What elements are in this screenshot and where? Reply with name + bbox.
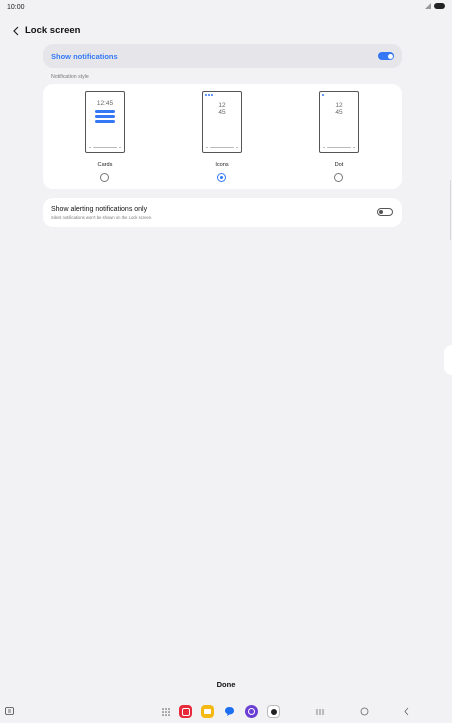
icons-radio[interactable]: [217, 173, 226, 182]
alerting-only-row[interactable]: Show alerting notifications only Silent …: [43, 198, 402, 227]
style-option-label: Dot: [334, 162, 344, 168]
back-icon[interactable]: [403, 707, 410, 716]
preview-clock-min: 45: [335, 109, 343, 116]
chevron-left-icon: [13, 26, 19, 36]
alerting-only-title: Show alerting notifications only: [51, 206, 148, 213]
status-icons: [425, 3, 445, 9]
alerting-only-subtitle: Silent notifications won't be shown on t…: [51, 214, 153, 220]
dot-preview: 12 45: [319, 91, 359, 153]
battery-icon: [434, 3, 445, 9]
notification-card-bar: [95, 110, 115, 113]
alerting-only-switch[interactable]: [377, 208, 393, 216]
back-button[interactable]: [9, 24, 23, 38]
cards-radio[interactable]: [100, 173, 109, 182]
notification-dot: [322, 94, 324, 96]
switch-knob: [379, 210, 383, 214]
page-title: Lock screen: [25, 25, 81, 36]
preview-clock: 12:45: [96, 100, 114, 107]
notification-card-bar: [95, 120, 115, 123]
header: Lock screen: [0, 20, 452, 42]
app-chat-icon[interactable]: [224, 706, 235, 717]
done-button[interactable]: Done: [196, 680, 256, 692]
app-purple-icon[interactable]: [245, 705, 258, 718]
notification-icons: [205, 94, 213, 96]
notification-style-label: Notification style: [51, 74, 89, 80]
show-notifications-row[interactable]: Show notifications: [43, 44, 402, 68]
scrollbar[interactable]: [450, 180, 451, 240]
switch-knob: [387, 53, 393, 59]
style-option-dot[interactable]: 12 45 Dot: [299, 84, 379, 189]
app-camera-icon[interactable]: [267, 705, 280, 718]
icons-preview: 12 45: [202, 91, 242, 153]
preview-clock-min: 45: [218, 109, 226, 116]
preview-clock-hour: 12: [335, 102, 343, 109]
status-time: 10:00: [7, 4, 25, 11]
navigation-bar: [0, 700, 452, 723]
notification-card-bar: [95, 115, 115, 118]
style-option-label: Cards: [97, 162, 113, 168]
preview-clock-hour: 12: [218, 102, 226, 109]
app-red-icon[interactable]: [179, 705, 192, 718]
app-yellow-icon[interactable]: [201, 705, 214, 718]
cards-preview: 12:45: [85, 91, 125, 153]
preview-nav: [323, 146, 355, 148]
dot-radio[interactable]: [334, 173, 343, 182]
show-notifications-label: Show notifications: [51, 52, 118, 61]
notification-style-card: 12:45 Cards 12 45 Icons 12 45 Dot: [43, 84, 402, 189]
apps-grid-icon[interactable]: [162, 708, 170, 716]
home-icon[interactable]: [360, 707, 369, 716]
preview-nav: [206, 146, 238, 148]
status-bar: 10:00: [0, 0, 452, 16]
style-option-cards[interactable]: 12:45 Cards: [65, 84, 145, 189]
signal-icon: [425, 3, 431, 9]
preview-nav: [89, 146, 121, 148]
style-option-icons[interactable]: 12 45 Icons: [182, 84, 262, 189]
style-option-label: Icons: [215, 162, 229, 168]
show-notifications-switch[interactable]: [378, 52, 394, 60]
keyboard-icon[interactable]: [5, 707, 14, 716]
edge-panel-handle[interactable]: [444, 345, 452, 375]
recents-icon[interactable]: [316, 708, 324, 716]
